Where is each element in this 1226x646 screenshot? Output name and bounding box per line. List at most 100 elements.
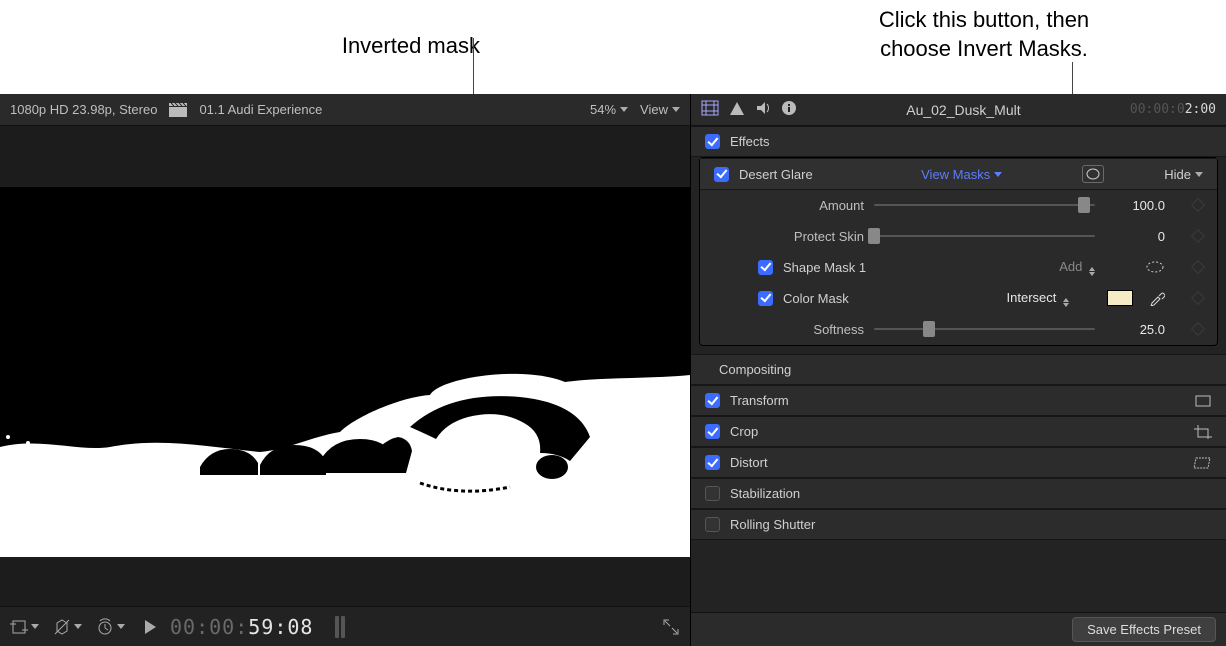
protect-skin-value[interactable]: 0 — [1105, 229, 1165, 244]
app-window: 1080p HD 23.98p, Stereo 01.1 Audi Experi… — [0, 94, 1226, 646]
inspector-top-bar: Au_02_Dusk_Mult 00:00:02:00 — [691, 94, 1226, 126]
color-tab-icon[interactable] — [729, 100, 745, 119]
hide-label: Hide — [1164, 167, 1191, 182]
softness-value[interactable]: 25.0 — [1105, 322, 1165, 337]
compositing-section[interactable]: Compositing — [691, 354, 1226, 385]
view-masks-dropdown[interactable]: View Masks — [921, 167, 1002, 182]
view-label: View — [640, 102, 668, 117]
callout-left: Inverted mask — [260, 32, 480, 61]
transform-checkbox[interactable] — [705, 393, 720, 408]
keyframe-icon[interactable] — [1191, 198, 1205, 212]
crop-checkbox[interactable] — [705, 424, 720, 439]
distort-label: Distort — [730, 455, 768, 470]
param-amount: Amount 100.0 — [700, 190, 1217, 221]
callout-right: Click this button, then choose Invert Ma… — [804, 6, 1164, 63]
viewer-clip-name: 01.1 Audi Experience — [199, 102, 322, 117]
color-tool-dropdown[interactable] — [53, 618, 82, 636]
viewer-canvas[interactable] — [0, 126, 690, 606]
crop-label: Crop — [730, 424, 758, 439]
callout-right-line2: choose Invert Masks. — [804, 35, 1164, 64]
viewer-top-bar: 1080p HD 23.98p, Stereo 01.1 Audi Experi… — [0, 94, 690, 126]
mask-preview-image — [0, 147, 690, 585]
effects-checkbox[interactable] — [705, 134, 720, 149]
chevron-down-icon — [31, 624, 39, 629]
crop-reset-icon[interactable] — [1194, 425, 1212, 439]
keyframe-icon[interactable] — [1191, 229, 1205, 243]
shape-ellipse-icon[interactable] — [1145, 260, 1165, 274]
stabilization-checkbox[interactable] — [705, 486, 720, 501]
clapper-icon — [169, 103, 187, 117]
effect-name: Desert Glare — [739, 167, 813, 182]
retime-tool-dropdown[interactable] — [96, 618, 125, 636]
timecode-dim: 00:00: — [170, 615, 248, 639]
audio-tab-icon[interactable] — [755, 100, 771, 119]
effect-enable-checkbox[interactable] — [714, 167, 729, 182]
effect-header[interactable]: Desert Glare View Masks Hide — [700, 158, 1217, 190]
hide-dropdown[interactable]: Hide — [1164, 167, 1203, 182]
rolling-shutter-section[interactable]: Rolling Shutter — [691, 509, 1226, 540]
video-tab-icon[interactable] — [701, 100, 719, 119]
inspector-pane: Au_02_Dusk_Mult 00:00:02:00 Effects Dese… — [690, 94, 1226, 646]
effects-label: Effects — [730, 134, 770, 149]
apply-masks-button[interactable] — [1082, 165, 1104, 183]
stabilization-section[interactable]: Stabilization — [691, 478, 1226, 509]
transform-reset-icon[interactable] — [1194, 394, 1212, 408]
crop-tool-dropdown[interactable] — [10, 618, 39, 636]
viewer-pane: 1080p HD 23.98p, Stereo 01.1 Audi Experi… — [0, 94, 690, 646]
param-shape-mask: Shape Mask 1 Add — [700, 252, 1217, 283]
protect-skin-slider[interactable] — [874, 228, 1095, 244]
chevron-down-icon — [620, 107, 628, 112]
viewer-bottom-bar: 00:00:59:08 — [0, 606, 690, 646]
timecode-bright: 59:08 — [248, 615, 313, 639]
amount-label: Amount — [714, 198, 864, 213]
distort-reset-icon[interactable] — [1192, 456, 1212, 470]
fullscreen-icon[interactable] — [662, 618, 680, 636]
shape-mask-label: Shape Mask 1 — [783, 260, 866, 275]
chevron-down-icon — [994, 172, 1002, 177]
crop-section[interactable]: Crop — [691, 416, 1226, 447]
inspector-scroll[interactable]: Effects Desert Glare View Masks — [691, 126, 1226, 612]
softness-slider[interactable] — [874, 321, 1095, 337]
amount-value[interactable]: 100.0 — [1105, 198, 1165, 213]
param-softness: Softness 25.0 — [700, 314, 1217, 345]
color-mask-mode-popup[interactable]: Intersect — [1007, 290, 1069, 307]
inspector-bottom-bar: Save Effects Preset — [691, 612, 1226, 646]
stabilization-label: Stabilization — [730, 486, 800, 501]
inspector-timecode: 00:00:02:00 — [1130, 102, 1216, 117]
zoom-dropdown[interactable]: 54% — [590, 102, 628, 117]
transform-label: Transform — [730, 393, 789, 408]
compositing-label: Compositing — [719, 362, 791, 377]
shape-mask-checkbox[interactable] — [758, 260, 773, 275]
effect-box: Desert Glare View Masks Hide — [699, 157, 1218, 346]
transform-section[interactable]: Transform — [691, 385, 1226, 416]
info-tab-icon[interactable] — [781, 100, 797, 119]
zoom-value: 54% — [590, 102, 616, 117]
rolling-shutter-label: Rolling Shutter — [730, 517, 815, 532]
distort-checkbox[interactable] — [705, 455, 720, 470]
viewer-format: 1080p HD 23.98p, Stereo — [10, 102, 157, 117]
protect-skin-label: Protect Skin — [714, 229, 864, 244]
color-swatch[interactable] — [1107, 290, 1133, 306]
color-mask-checkbox[interactable] — [758, 291, 773, 306]
audio-meter — [335, 616, 345, 638]
chevron-down-icon — [74, 624, 82, 629]
softness-label: Softness — [714, 322, 864, 337]
amount-slider[interactable] — [874, 197, 1095, 213]
chevron-down-icon — [1195, 172, 1203, 177]
shape-mask-mode-popup[interactable]: Add — [1059, 259, 1095, 276]
play-button[interactable] — [145, 620, 156, 634]
keyframe-icon[interactable] — [1191, 260, 1205, 274]
rolling-shutter-checkbox[interactable] — [705, 517, 720, 532]
eyedropper-icon[interactable] — [1149, 290, 1165, 306]
timecode-display[interactable]: 00:00:59:08 — [170, 615, 313, 639]
inspector-clip-title: Au_02_Dusk_Mult — [807, 102, 1120, 118]
param-protect-skin: Protect Skin 0 — [700, 221, 1217, 252]
keyframe-icon[interactable] — [1191, 322, 1205, 336]
view-dropdown[interactable]: View — [640, 102, 680, 117]
keyframe-icon[interactable] — [1191, 291, 1205, 305]
effects-section[interactable]: Effects — [691, 126, 1226, 157]
chevron-down-icon — [672, 107, 680, 112]
save-effects-preset-button[interactable]: Save Effects Preset — [1072, 617, 1216, 642]
color-mask-label: Color Mask — [783, 291, 849, 306]
distort-section[interactable]: Distort — [691, 447, 1226, 478]
